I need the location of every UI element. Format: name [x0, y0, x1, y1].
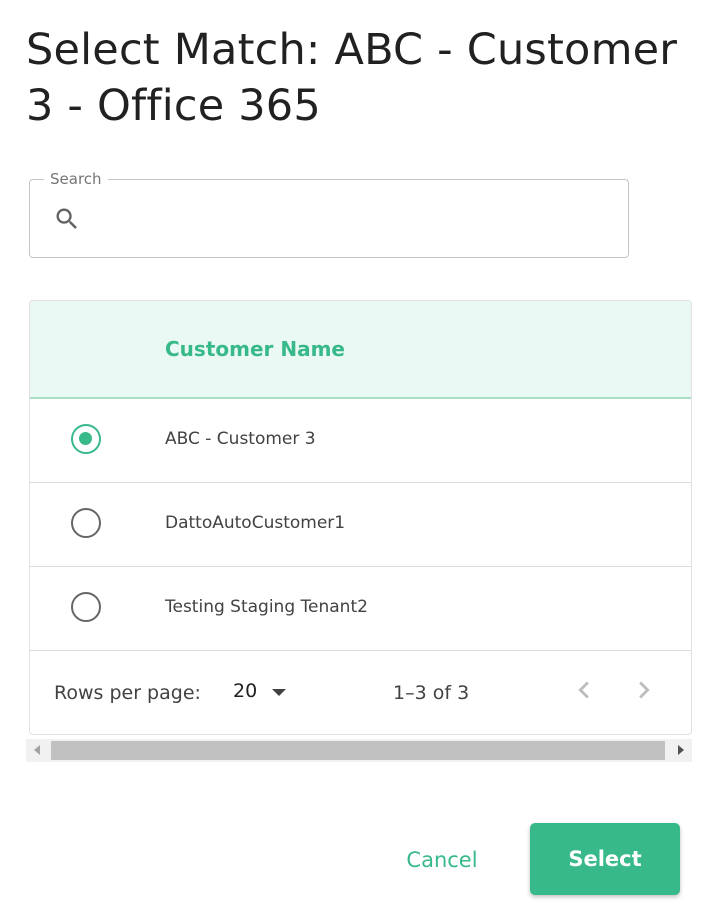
dialog-title: Select Match: ABC - Customer 3 - Office … [26, 25, 678, 131]
row-radio[interactable] [71, 508, 101, 538]
rows-per-page-label: Rows per page: [54, 682, 201, 704]
table-row[interactable]: DattoAutoCustomer1 [30, 483, 691, 567]
customer-table: Customer Name ABC - Customer 3 DattoAuto… [29, 300, 692, 735]
select-match-dialog: Select Match: ABC - Customer 3 - Office … [0, 0, 724, 923]
scroll-right-arrow-icon[interactable] [678, 745, 684, 755]
search-input[interactable] [100, 198, 610, 240]
rows-per-page-select[interactable]: 20 [233, 680, 257, 702]
select-button[interactable]: Select [530, 823, 680, 895]
table-row[interactable]: ABC - Customer 3 [30, 399, 691, 483]
cancel-button[interactable]: Cancel [382, 832, 502, 888]
scroll-left-arrow-icon[interactable] [34, 745, 40, 755]
search-field[interactable]: Search [29, 170, 629, 258]
row-radio[interactable] [71, 592, 101, 622]
customer-name-cell: ABC - Customer 3 [165, 429, 316, 449]
pagination-bar: Rows per page: 20 1–3 of 3 [30, 651, 691, 734]
pagination-range: 1–3 of 3 [393, 682, 470, 704]
customer-name-cell: DattoAutoCustomer1 [165, 513, 346, 533]
search-label: Search [44, 170, 108, 188]
column-header-customer-name[interactable]: Customer Name [165, 337, 345, 361]
caret-down-icon[interactable] [272, 689, 286, 696]
table-row[interactable]: Testing Staging Tenant2 [30, 567, 691, 651]
scrollbar-thumb[interactable] [51, 741, 665, 760]
search-icon [53, 205, 81, 233]
horizontal-scrollbar[interactable] [26, 739, 692, 762]
customer-name-cell: Testing Staging Tenant2 [165, 597, 368, 617]
chevron-right-icon[interactable] [627, 673, 661, 707]
chevron-left-icon[interactable] [567, 673, 601, 707]
table-header: Customer Name [30, 301, 691, 399]
row-radio-selected[interactable] [71, 424, 101, 454]
